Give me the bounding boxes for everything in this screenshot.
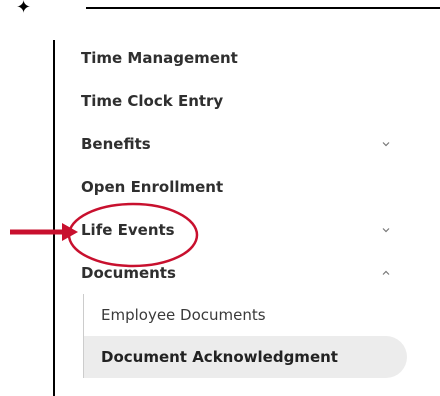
documents-submenu: Employee Documents Document Acknowledgme… xyxy=(83,294,415,378)
sidebar-item-label: Documents xyxy=(81,263,176,282)
sidebar-item-documents[interactable]: Documents xyxy=(55,251,415,294)
sidebar-item-time-clock-entry[interactable]: Time Clock Entry xyxy=(55,79,415,122)
sidebar-nav: Time Management Time Clock Entry Benefit… xyxy=(55,36,415,378)
submenu-item-employee-documents[interactable]: Employee Documents xyxy=(84,294,415,336)
sidebar-item-label: Benefits xyxy=(81,134,151,153)
sparkle-icon: ✦ xyxy=(16,0,32,18)
sidebar-item-open-enrollment[interactable]: Open Enrollment xyxy=(55,165,415,208)
sidebar-item-label: Time Management xyxy=(81,48,238,67)
sidebar-item-label: Life Events xyxy=(81,220,175,239)
sidebar-item-label: Open Enrollment xyxy=(81,177,224,196)
sidebar-item-time-management[interactable]: Time Management xyxy=(55,36,415,79)
chevron-down-icon[interactable] xyxy=(380,138,392,150)
top-divider xyxy=(86,7,440,9)
chevron-up-icon[interactable] xyxy=(380,267,392,279)
sidebar-item-benefits[interactable]: Benefits xyxy=(55,122,415,165)
sidebar-item-life-events[interactable]: Life Events xyxy=(55,208,415,251)
submenu-item-document-acknowledgment[interactable]: Document Acknowledgment xyxy=(84,336,407,378)
sidebar-item-label: Time Clock Entry xyxy=(81,91,224,110)
chevron-down-icon[interactable] xyxy=(380,224,392,236)
submenu-item-label: Employee Documents xyxy=(101,306,266,324)
submenu-item-label: Document Acknowledgment xyxy=(101,348,338,366)
